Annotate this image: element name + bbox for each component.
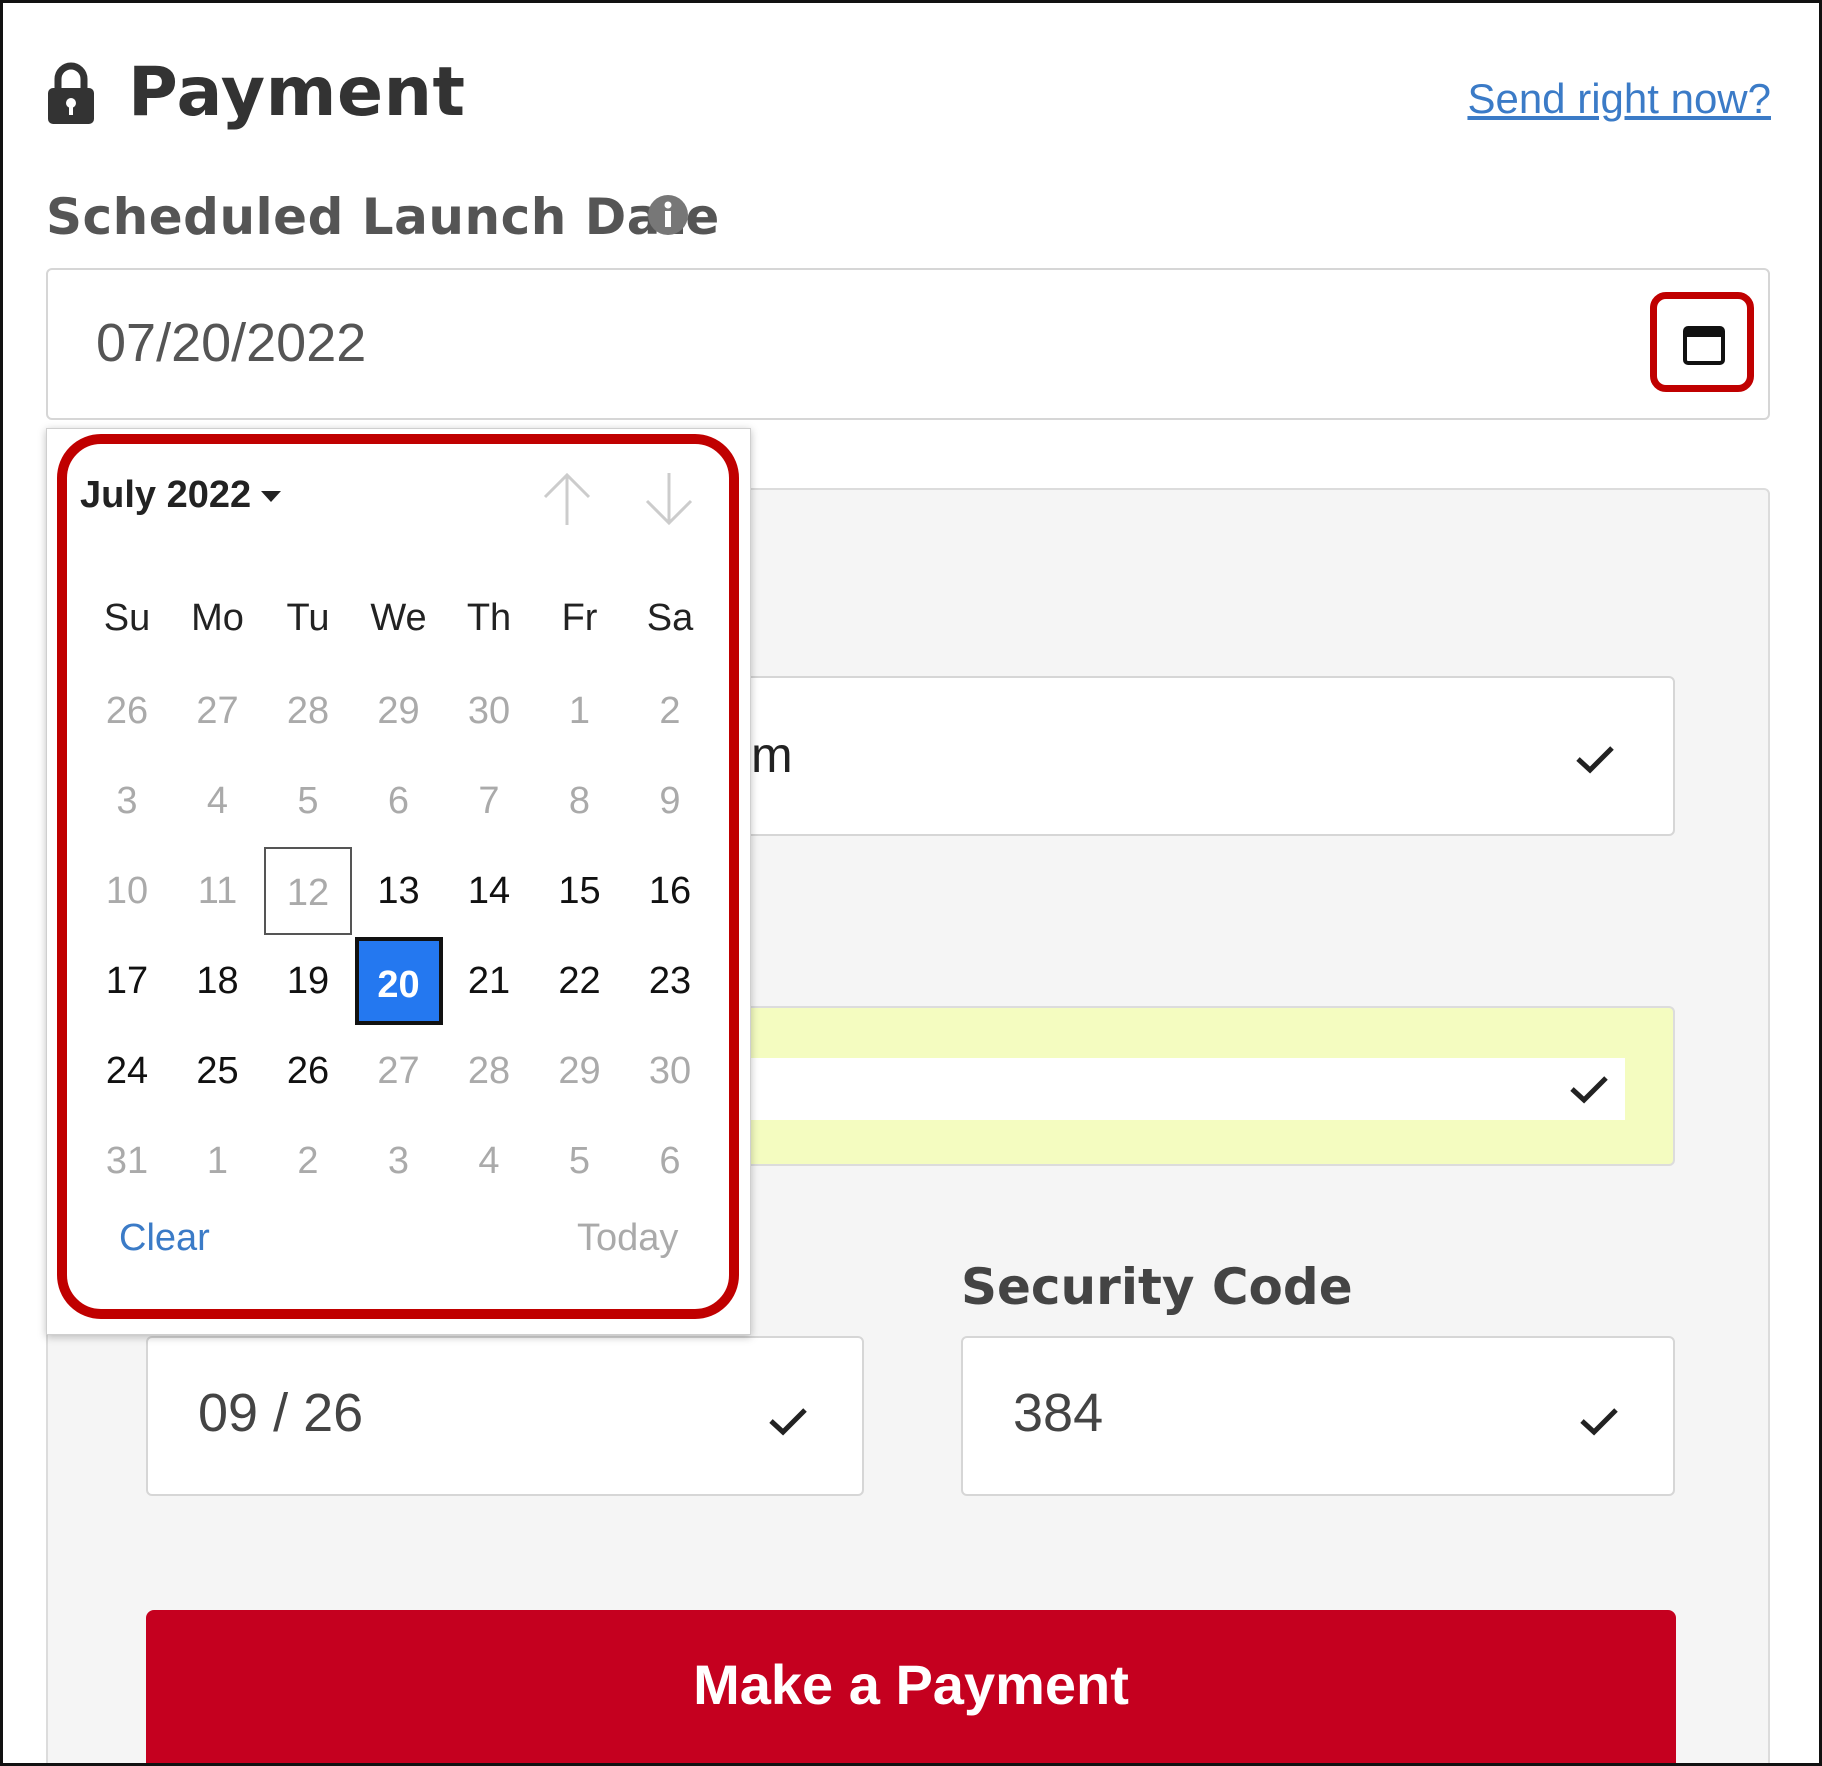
day-cell[interactable]: 24: [83, 1027, 171, 1115]
day-cell[interactable]: 22: [536, 937, 624, 1025]
lock-icon: [48, 62, 94, 124]
day-cell[interactable]: 29: [536, 1027, 624, 1115]
check-icon: [1576, 746, 1614, 774]
day-cell[interactable]: 25: [174, 1027, 262, 1115]
day-cell[interactable]: 27: [174, 667, 262, 755]
day-cell[interactable]: 19: [264, 937, 352, 1025]
weekday-header: Th: [466, 597, 512, 639]
check-icon: [769, 1408, 807, 1436]
day-cell[interactable]: 28: [264, 667, 352, 755]
day-cell[interactable]: 30: [626, 1027, 714, 1115]
weekday-header: Su: [103, 597, 151, 639]
day-cell[interactable]: 27: [355, 1027, 443, 1115]
weekday-header: Sa: [646, 597, 694, 639]
launch-date-input[interactable]: 07/20/2022: [46, 268, 1770, 420]
today-button[interactable]: Today: [577, 1217, 678, 1260]
calendar-icon: [1683, 326, 1725, 365]
page-title: Payment: [128, 53, 466, 132]
security-code-value: 384: [1013, 1383, 1104, 1443]
calendar-button[interactable]: [1650, 292, 1754, 392]
day-cell[interactable]: 26: [264, 1027, 352, 1115]
day-cell[interactable]: 14: [445, 847, 533, 935]
check-icon: [1570, 1076, 1608, 1104]
card-number-field[interactable]: [703, 1006, 1675, 1166]
security-code-field[interactable]: 384: [961, 1336, 1675, 1496]
next-month-arrow-icon[interactable]: [639, 469, 699, 529]
day-cell[interactable]: 4: [445, 1117, 533, 1205]
day-cell[interactable]: 26: [83, 667, 171, 755]
day-cell[interactable]: 6: [355, 757, 443, 845]
day-cell[interactable]: 8: [536, 757, 624, 845]
card-number-input[interactable]: [705, 1058, 1625, 1120]
day-cell[interactable]: 1: [174, 1117, 262, 1205]
day-cell[interactable]: 13: [355, 847, 443, 935]
month-year-select[interactable]: July 2022: [80, 474, 282, 517]
day-cell[interactable]: 18: [174, 937, 262, 1025]
day-cell[interactable]: 12: [264, 847, 352, 935]
day-cell[interactable]: 31: [83, 1117, 171, 1205]
day-cell[interactable]: 10: [83, 847, 171, 935]
launch-date-value: 07/20/2022: [96, 313, 367, 373]
expiry-value: 09 / 26: [198, 1383, 364, 1443]
caret-down-icon: [261, 491, 282, 503]
day-cell[interactable]: 1: [536, 667, 624, 755]
email-value: m: [751, 727, 793, 783]
launch-date-label: Scheduled Launch Date: [46, 188, 720, 246]
weekday-header: Tu: [286, 597, 330, 639]
day-cell[interactable]: 21: [445, 937, 533, 1025]
day-cell[interactable]: 5: [536, 1117, 624, 1205]
info-icon[interactable]: [646, 193, 690, 237]
check-icon: [1580, 1408, 1618, 1436]
day-cell[interactable]: 30: [445, 667, 533, 755]
weekday-header: Mo: [191, 597, 244, 639]
day-cell[interactable]: 16: [626, 847, 714, 935]
selected-day-cell[interactable]: 20: [354, 937, 443, 1025]
weekday-header: Fr: [561, 597, 598, 639]
email-field[interactable]: m: [703, 676, 1675, 836]
previous-month-arrow-icon[interactable]: [537, 469, 597, 529]
day-cell[interactable]: 2: [626, 667, 714, 755]
day-cell[interactable]: 7: [445, 757, 533, 845]
day-cell[interactable]: 4: [174, 757, 262, 845]
month-year-label: July 2022: [80, 474, 252, 516]
weekday-header: We: [370, 597, 427, 639]
day-cell[interactable]: 3: [355, 1117, 443, 1205]
day-cell[interactable]: 15: [536, 847, 624, 935]
day-cell[interactable]: 2: [264, 1117, 352, 1205]
day-cell[interactable]: 29: [355, 667, 443, 755]
payment-panel: Payment Send right now? Scheduled Launch…: [0, 0, 1822, 1766]
make-payment-button[interactable]: Make a Payment: [146, 1610, 1676, 1763]
expiry-field[interactable]: 09 / 26: [146, 1336, 864, 1496]
day-cell[interactable]: 9: [626, 757, 714, 845]
day-cell[interactable]: 3: [83, 757, 171, 845]
datepicker-dropdown: July 2022 Su Mo Tu We Th Fr Sa 26 27 28 29 30 1 2 3 4 5 6…: [46, 428, 751, 1335]
day-cell[interactable]: 23: [626, 937, 714, 1025]
day-cell[interactable]: 5: [264, 757, 352, 845]
clear-button[interactable]: Clear: [119, 1217, 210, 1260]
send-now-link[interactable]: Send right now?: [1467, 75, 1771, 123]
day-cell[interactable]: 17: [83, 937, 171, 1025]
day-cell[interactable]: 28: [445, 1027, 533, 1115]
security-code-label: Security Code: [961, 1258, 1353, 1316]
day-cell[interactable]: 6: [626, 1117, 714, 1205]
day-cell[interactable]: 11: [174, 847, 262, 935]
